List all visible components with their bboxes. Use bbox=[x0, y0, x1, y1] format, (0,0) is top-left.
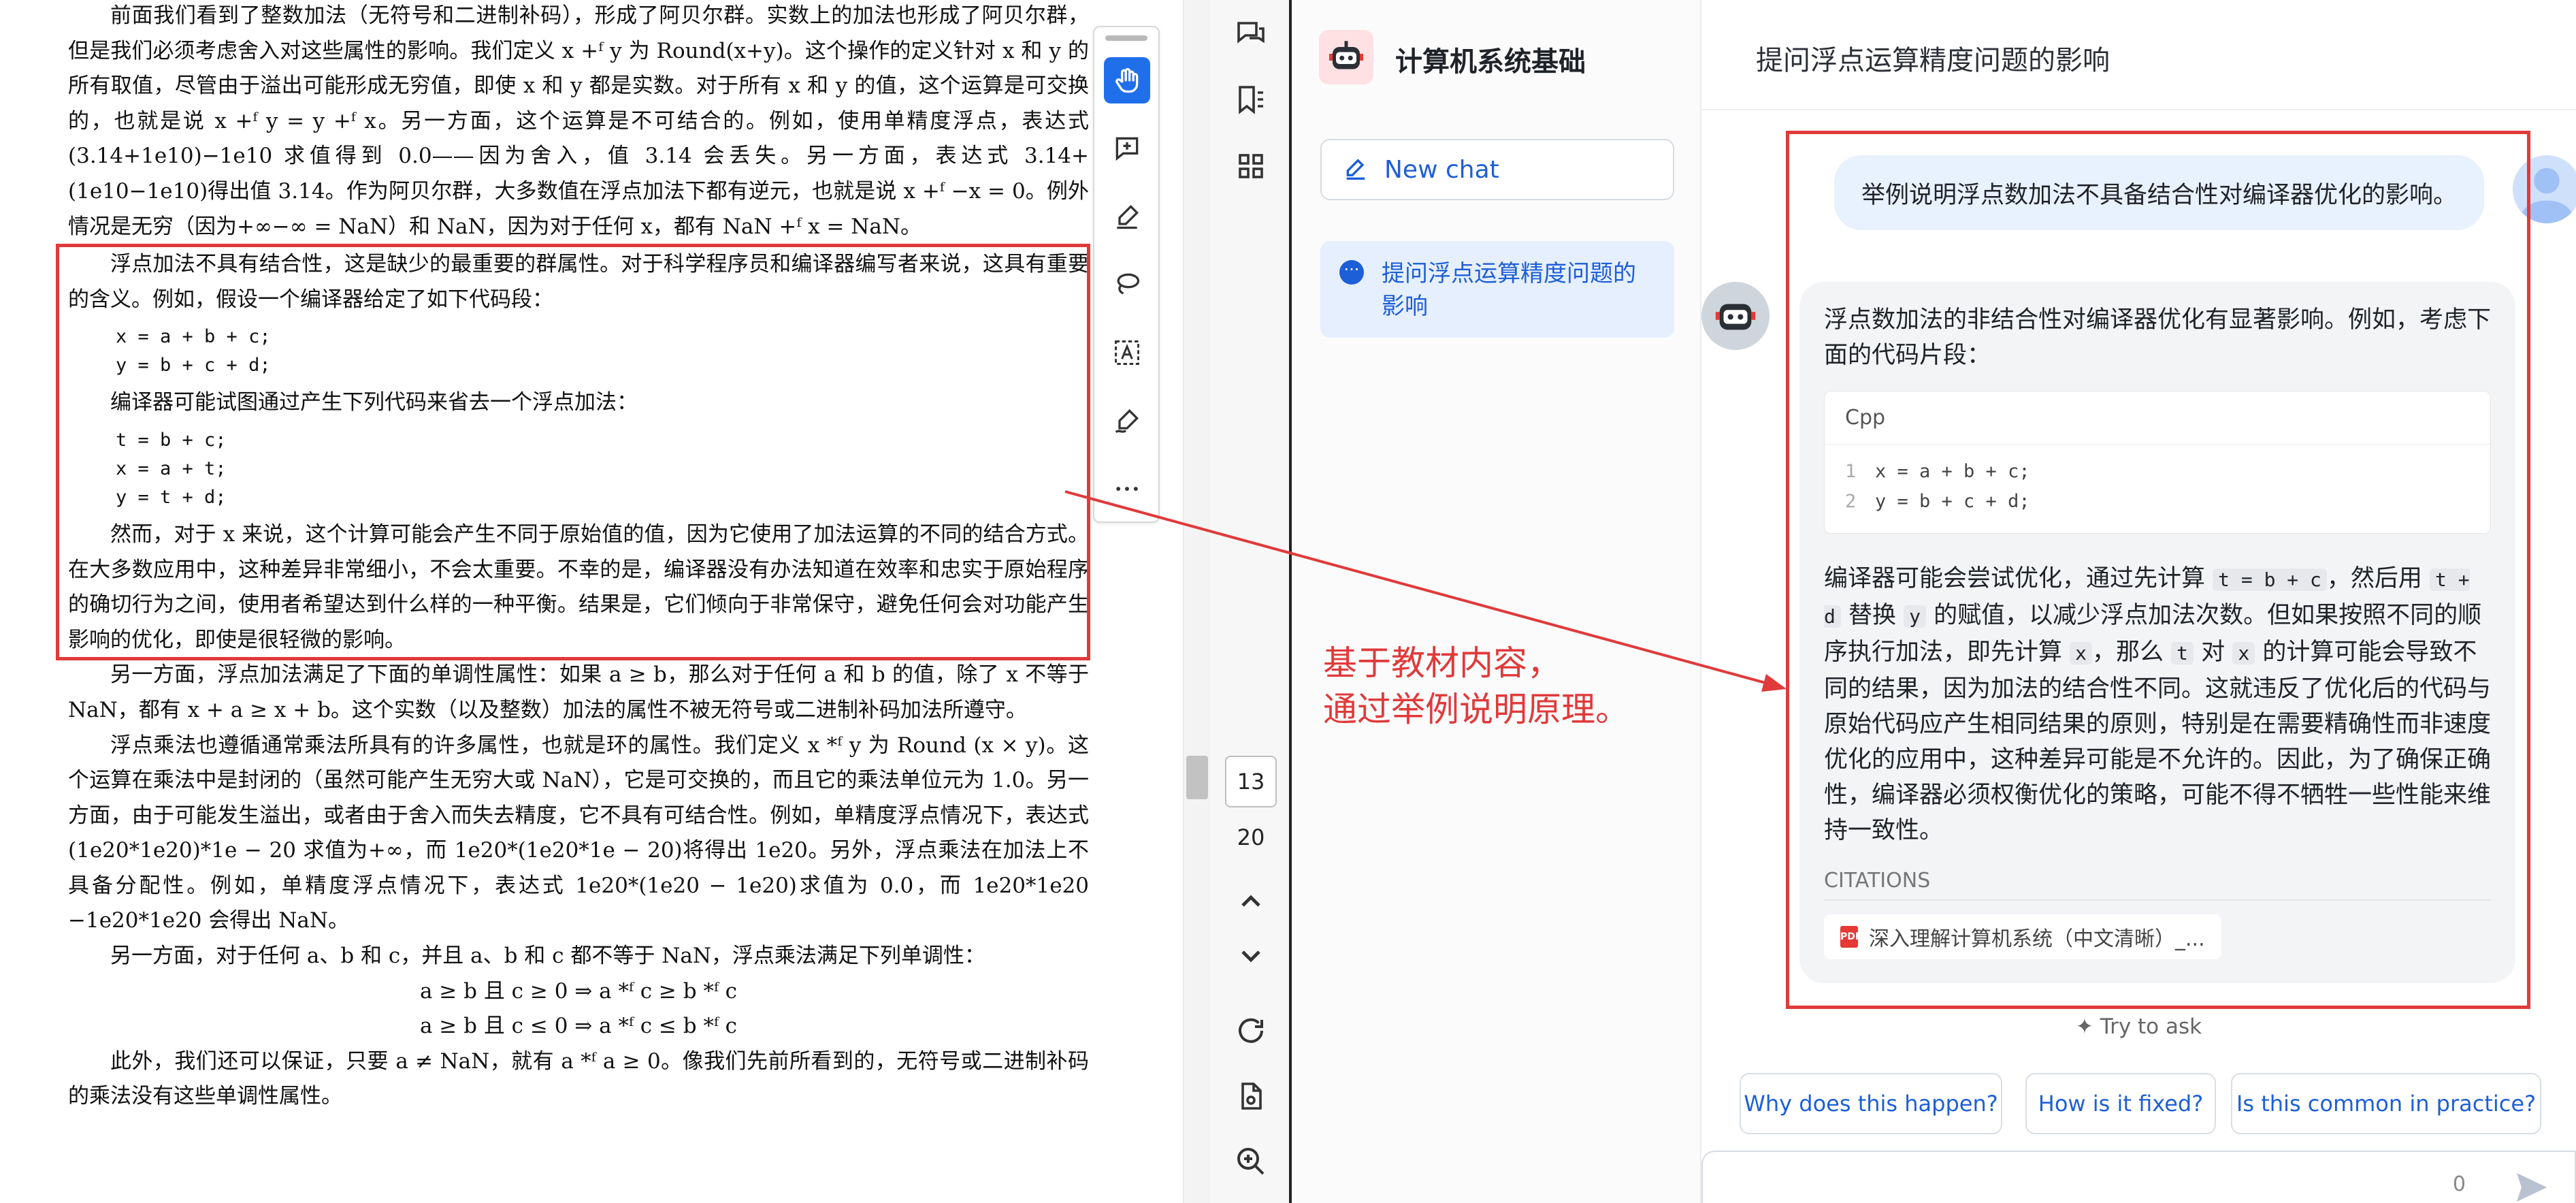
hand-tool-button[interactable] bbox=[1104, 57, 1150, 103]
new-chat-button[interactable]: New chat bbox=[1320, 139, 1674, 200]
robot-logo-icon bbox=[1329, 41, 1363, 69]
chat-dots-icon: ··· bbox=[1339, 260, 1364, 285]
toolbar-grip[interactable] bbox=[1105, 35, 1147, 41]
sidebar-item-chat[interactable]: ··· 提问浮点运算精度问题的影响 bbox=[1320, 241, 1674, 338]
more-tools-button[interactable] bbox=[1104, 466, 1150, 512]
add-comment-button[interactable] bbox=[1104, 125, 1150, 172]
suggestion-button[interactable]: Is this common in practice? bbox=[2231, 1073, 2541, 1134]
annotation-toolbar bbox=[1093, 26, 1160, 523]
pdf-scrollbar[interactable] bbox=[1183, 0, 1210, 1203]
assistant-avatar bbox=[1701, 282, 1770, 350]
comment-plus-icon bbox=[1115, 137, 1139, 161]
chat-title: 提问浮点运算精度问题的影响 bbox=[1756, 45, 2110, 76]
bookmark-list-icon bbox=[1239, 86, 1263, 114]
chat-panel-button[interactable] bbox=[1230, 14, 1271, 54]
side-rail: 13 20 bbox=[1210, 0, 1292, 1203]
char-count: 0 bbox=[2452, 1172, 2466, 1196]
page-total: 20 bbox=[1237, 824, 1265, 850]
more-dots-icon bbox=[1116, 487, 1138, 491]
page-number-input[interactable]: 13 bbox=[1225, 756, 1277, 807]
text-box-icon bbox=[1115, 340, 1139, 365]
pen-sign-icon bbox=[1115, 408, 1139, 433]
pdf-paragraph: 此外，我们还可以保证，只要 a ≠ NaN，就有 a *ᶠ a ≥ 0。像我们先… bbox=[68, 1048, 1089, 1109]
draw-button[interactable] bbox=[1104, 261, 1150, 308]
chat-sidebar: 计算机系统基础 New chat ··· 提问浮点运算精度问题的影响 bbox=[1294, 0, 1701, 1203]
callout-line: 基于教材内容， bbox=[1323, 643, 1561, 683]
sign-button[interactable] bbox=[1104, 398, 1150, 444]
send-icon[interactable] bbox=[2512, 1168, 2550, 1203]
robot-icon bbox=[1715, 304, 1756, 330]
chat-input[interactable]: 0 bbox=[1701, 1151, 2576, 1203]
pdf-paragraph: 另一方面，对于任何 a、b 和 c，并且 a、b 和 c 都不等于 NaN，浮点… bbox=[110, 944, 985, 969]
rotate-icon bbox=[1239, 1018, 1263, 1043]
pdf-viewer[interactable]: 前面我们看到了整数加法（无符号和二进制补码），形成了阿贝尔群。实数上的加法也形成… bbox=[0, 0, 1183, 1203]
chevron-up-icon bbox=[1241, 895, 1260, 907]
next-page-button[interactable] bbox=[1230, 935, 1271, 976]
rotate-button[interactable] bbox=[1230, 1010, 1271, 1051]
page-info-button[interactable] bbox=[1230, 1076, 1271, 1117]
pdf-math-line: a ≥ b 且 c ≥ 0 ⇒ a *ᶠ c ≥ b *ᶠ c bbox=[419, 978, 738, 1004]
answer-highlight-box bbox=[1786, 131, 2530, 1009]
pdf-paragraph: 前面我们看到了整数加法（无符号和二进制补码），形成了阿贝尔群。实数上的加法也形成… bbox=[68, 3, 1089, 239]
zoom-in-icon bbox=[1237, 1148, 1265, 1175]
thumbnails-button[interactable] bbox=[1230, 146, 1271, 187]
chevron-down-icon bbox=[1241, 950, 1260, 963]
pdf-math-line: a ≥ b 且 c ≤ 0 ⇒ a *ᶠ c ≤ b *ᶠ c bbox=[419, 1014, 738, 1039]
chat-item-label: 提问浮点运算精度问题的影响 bbox=[1382, 260, 1636, 320]
new-chat-label: New chat bbox=[1384, 155, 1499, 184]
lasso-icon bbox=[1117, 273, 1140, 295]
document-icon bbox=[1241, 1082, 1262, 1110]
pdf-paragraph: 浮点乘法也遵循通常乘法所具有的许多属性，也就是环的属性。我们定义 x *ᶠ y … bbox=[68, 733, 1089, 933]
highlighter-icon bbox=[1117, 204, 1139, 229]
pdf-highlight-box bbox=[56, 244, 1090, 660]
highlight-button[interactable] bbox=[1104, 193, 1150, 240]
text-box-button[interactable] bbox=[1104, 330, 1150, 376]
hand-icon bbox=[1115, 67, 1139, 93]
pdf-scroll-thumb[interactable] bbox=[1186, 756, 1208, 799]
try-to-ask-label: ✦ Try to ask bbox=[2075, 1014, 2202, 1039]
callout-text: 基于教材内容， 通过举例说明原理。 bbox=[1323, 640, 1629, 733]
callout-line: 通过举例说明原理。 bbox=[1323, 690, 1629, 729]
header-divider bbox=[1701, 109, 2576, 110]
zoom-button[interactable] bbox=[1230, 1141, 1271, 1182]
pdf-paragraph: 另一方面，浮点加法满足了下面的单调性属性：如果 a ≥ b，那么对于任何 a 和… bbox=[68, 662, 1089, 722]
prev-page-button[interactable] bbox=[1230, 881, 1271, 922]
chat-bubbles-icon bbox=[1237, 22, 1265, 44]
app-logo bbox=[1319, 30, 1373, 84]
chat-main: 提问浮点运算精度问题的影响 举例说明浮点数加法不具备结合性对编译器优化的影响。 … bbox=[1701, 0, 2576, 1203]
grid-icon bbox=[1239, 154, 1263, 178]
suggestion-button[interactable]: How is it fixed? bbox=[2025, 1073, 2216, 1134]
bookmarks-button[interactable] bbox=[1230, 79, 1271, 120]
sidebar-title: 计算机系统基础 bbox=[1395, 46, 1586, 78]
suggestion-button[interactable]: Why does this happen? bbox=[1740, 1073, 2002, 1134]
edit-icon bbox=[1346, 159, 1365, 180]
